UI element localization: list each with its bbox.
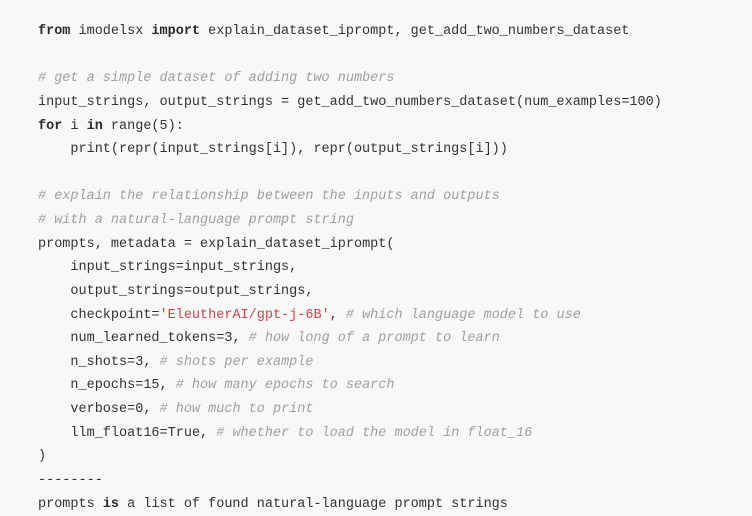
keyword-for: for (38, 119, 62, 134)
code-text: i (62, 119, 86, 134)
code-text: checkpoint (38, 308, 151, 323)
operator: = (151, 308, 159, 323)
code-text: , (200, 426, 216, 441)
comment: # how many epochs to search (176, 378, 395, 393)
code-text: output_strings, (192, 284, 314, 299)
code-text: input_strings, (184, 260, 297, 275)
code-text: prompts (38, 497, 103, 512)
number-literal: 15 (143, 378, 159, 393)
comment: # how long of a prompt to learn (249, 331, 500, 346)
code-text: , (330, 308, 346, 323)
code-text: n_shots (38, 355, 127, 370)
comment: # how much to print (160, 402, 314, 417)
code-text: verbose (38, 402, 127, 417)
import-names: explain_dataset_iprompt, get_add_two_num… (200, 24, 629, 39)
operator: = (176, 260, 184, 275)
comment: # which language model to use (346, 308, 581, 323)
code-text: True (168, 426, 200, 441)
code-text: ): (168, 119, 184, 134)
code-text: output_strings (38, 284, 184, 299)
code-text: range( (103, 119, 160, 134)
number-literal: 100 (629, 95, 653, 110)
code-text: explain_dataset_iprompt( (192, 237, 395, 252)
code-text: ) (654, 95, 662, 110)
comment: # explain the relationship between the i… (38, 189, 500, 204)
comment: # with a natural-language prompt string (38, 213, 354, 228)
code-text: get_add_two_numbers_dataset(num_examples (289, 95, 621, 110)
keyword-in: in (87, 119, 103, 134)
operator: = (281, 95, 289, 110)
comment: # whether to load the model in float_16 (216, 426, 532, 441)
comment: # get a simple dataset of adding two num… (38, 71, 394, 86)
code-text: prompts, metadata (38, 237, 184, 252)
keyword-from: from (38, 24, 70, 39)
code-text: input_strings (38, 260, 176, 275)
string-literal: 'EleutherAI/gpt-j-6B' (160, 308, 330, 323)
operator: = (160, 426, 168, 441)
number-literal: 5 (160, 119, 168, 134)
keyword-is: is (103, 497, 119, 512)
keyword-import: import (151, 24, 200, 39)
code-text: print(repr(input_strings[i]), repr(outpu… (38, 142, 508, 157)
code-text: -------- (38, 473, 103, 488)
comment: # shots per example (160, 355, 314, 370)
operator: = (184, 284, 192, 299)
code-text: llm_float16 (38, 426, 160, 441)
operator: = (184, 237, 192, 252)
code-text: , (143, 402, 159, 417)
code-text: ) (38, 449, 46, 464)
code-text: num_learned_tokens (38, 331, 216, 346)
module-name: imodelsx (70, 24, 151, 39)
code-text: a list of found natural-language prompt … (119, 497, 508, 512)
code-text: , (232, 331, 248, 346)
code-block: from imodelsx import explain_dataset_ipr… (38, 20, 714, 516)
code-text: , (160, 378, 176, 393)
code-text: n_epochs (38, 378, 135, 393)
code-text: , (143, 355, 159, 370)
code-text: input_strings, output_strings (38, 95, 281, 110)
